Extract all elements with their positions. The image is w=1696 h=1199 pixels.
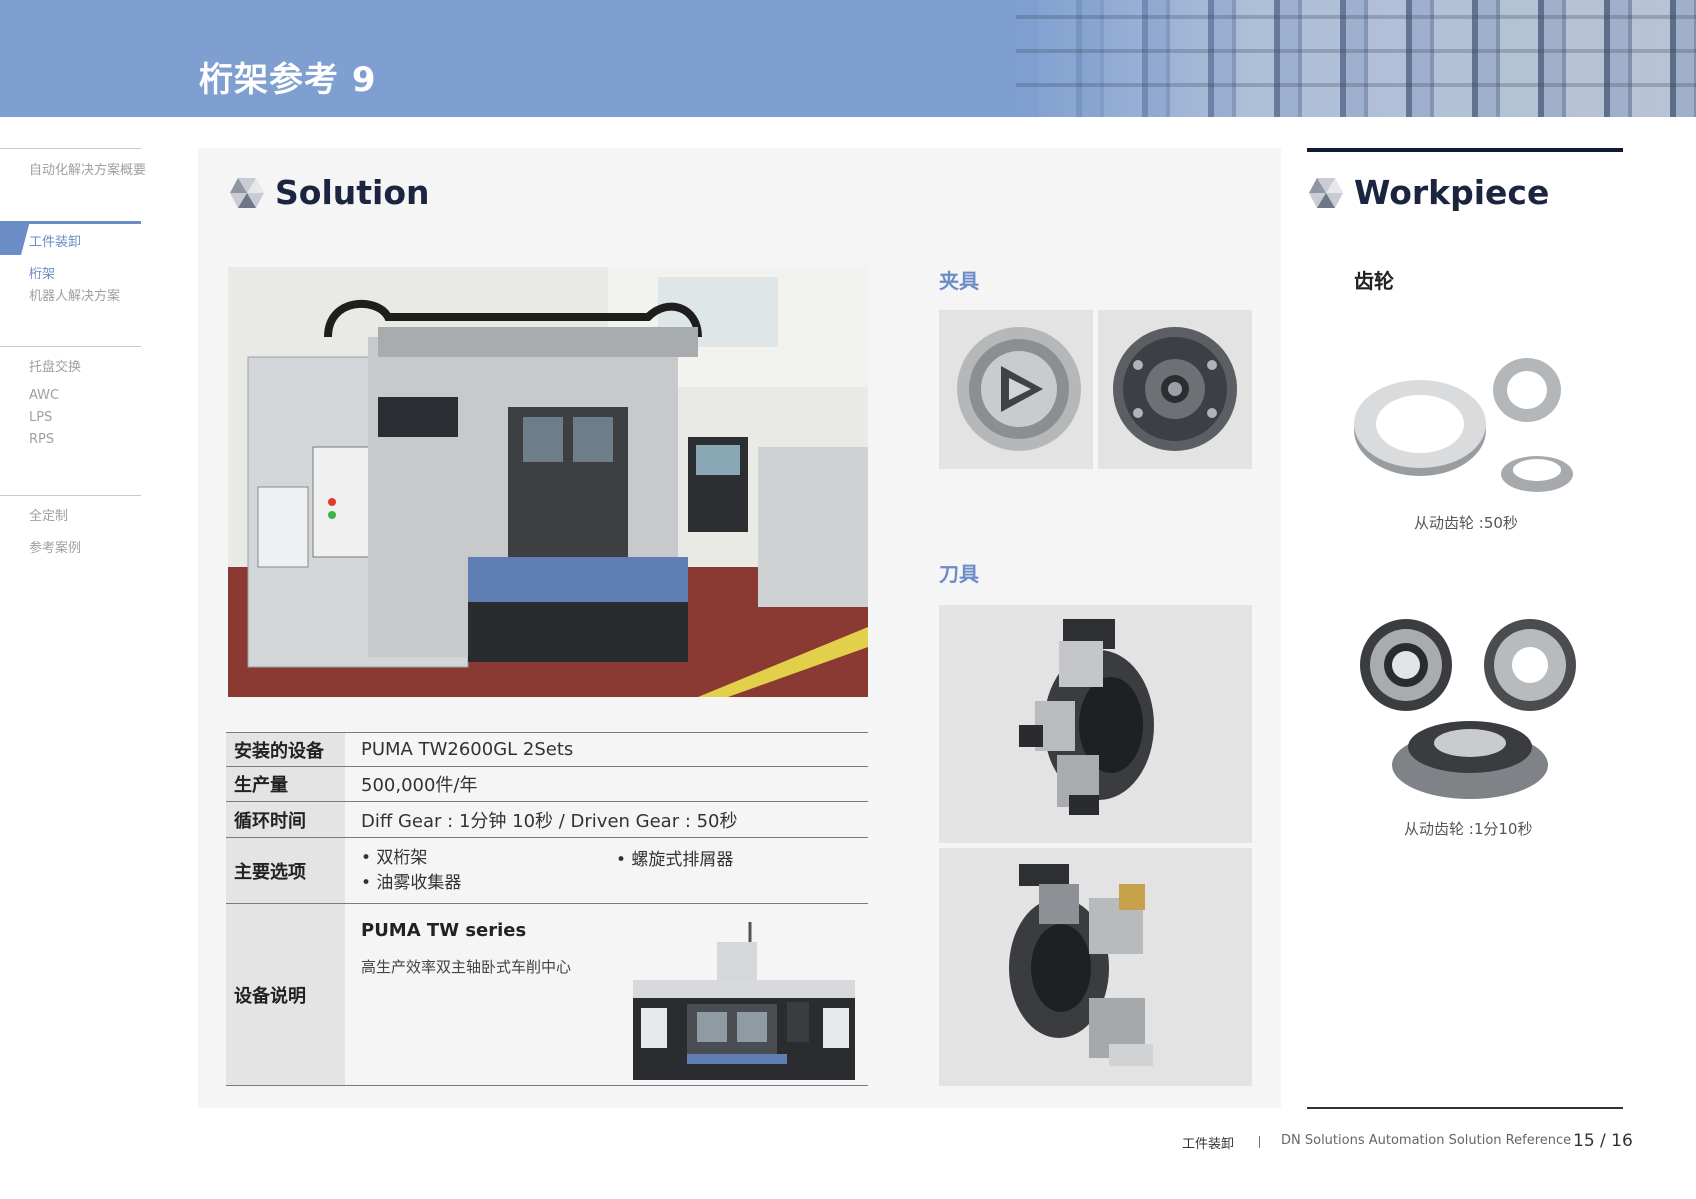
sidebar-divider — [0, 495, 141, 496]
table-row: 生产量 500,000件/年 — [226, 767, 868, 802]
spec-label: 主要选项 — [226, 838, 345, 903]
table-row: 安装的设备 PUMA TW2600GL 2Sets — [226, 733, 868, 767]
table-row: 主要选项 • 双桁架 • 油雾收集器 • 螺旋式排屑器 — [226, 838, 868, 904]
sidebar-divider — [0, 148, 141, 149]
spec-table: 安装的设备 PUMA TW2600GL 2Sets 生产量 500,000件/年… — [226, 732, 868, 1086]
hexagon-icon — [1308, 176, 1344, 210]
sidebar-item-loading[interactable]: 工件装卸 — [29, 231, 81, 250]
gear-label: 齿轮 — [1354, 269, 1394, 293]
desc-title: PUMA TW series — [361, 920, 527, 941]
header-factory-image — [1016, 0, 1696, 117]
driven-gear-image-2 — [1350, 615, 1590, 805]
spec-value: PUMA TW2600GL 2Sets — [345, 733, 868, 766]
sidebar-item-reference[interactable]: 参考案例 — [29, 537, 81, 556]
page-title: 桁架参考 9 — [199, 60, 377, 100]
solution-heading: Solution — [229, 173, 430, 212]
spec-label: 生产量 — [226, 767, 345, 801]
option-item: • 螺旋式排屑器 — [616, 850, 734, 870]
fixture-image-1 — [939, 310, 1093, 469]
sidebar-item-lps[interactable]: LPS — [29, 410, 52, 425]
footer-doc-title: DN Solutions Automation Solution Referen… — [1281, 1133, 1572, 1148]
sidebar-divider — [0, 346, 141, 347]
spec-label: 设备说明 — [226, 904, 345, 1085]
spec-label: 循环时间 — [226, 802, 345, 837]
spec-value: 500,000件/年 — [345, 767, 868, 801]
tool-image-2 — [939, 848, 1252, 1086]
table-row: 设备说明 PUMA TW series 高生产效率双主轴卧式车削中心 — [226, 904, 868, 1086]
workpiece-caption-1: 从动齿轮 :50秒 — [1414, 514, 1518, 532]
machine-installation-photo — [228, 267, 868, 697]
sidebar-item-overview[interactable]: 自动化解决方案概要 — [29, 159, 146, 178]
spec-label: 安装的设备 — [226, 733, 345, 766]
sidebar-item-robot[interactable]: 机器人解决方案 — [29, 285, 120, 304]
tool-heading: 刀具 — [939, 562, 979, 586]
fixture-heading: 夹具 — [939, 269, 979, 293]
page-header: 桁架参考 9 — [0, 0, 1696, 117]
workpiece-heading: Workpiece — [1308, 173, 1549, 212]
tool-image-1 — [939, 605, 1252, 843]
sidebar-item-awc[interactable]: AWC — [29, 388, 59, 403]
desc-subtitle: 高生产效率双主轴卧式车削中心 — [361, 958, 572, 976]
sidebar-item-custom[interactable]: 全定制 — [29, 505, 68, 524]
fixture-image-2 — [1098, 310, 1252, 469]
options-list: • 双桁架 • 油雾收集器 • 螺旋式排屑器 — [361, 838, 868, 903]
footer-section: 工件装卸 — [1182, 1137, 1235, 1152]
workpiece-bottom-rule — [1307, 1107, 1623, 1109]
workpiece-caption-2: 从动齿轮 :1分10秒 — [1404, 820, 1533, 838]
sidebar-item-gantry[interactable]: 桁架 — [29, 263, 55, 282]
machine-thumbnail — [627, 922, 861, 1084]
table-row: 循环时间 Diff Gear : 1分钟 10秒 / Driven Gear :… — [226, 802, 868, 838]
equipment-description: PUMA TW series 高生产效率双主轴卧式车削中心 — [345, 904, 868, 1085]
page-number: 15 / 16 — [1573, 1131, 1633, 1151]
footer-divider — [1259, 1136, 1260, 1148]
spec-value: Diff Gear : 1分钟 10秒 / Driven Gear : 50秒 — [345, 802, 868, 837]
workpiece-top-rule — [1307, 148, 1623, 152]
hexagon-icon — [229, 176, 265, 210]
option-item: • 油雾收集器 — [361, 872, 462, 893]
sidebar-item-pallet[interactable]: 托盘交换 — [29, 356, 81, 375]
option-item: • 双桁架 — [361, 847, 428, 868]
sidebar-item-rps[interactable]: RPS — [29, 432, 54, 447]
driven-gear-image-1 — [1350, 350, 1580, 500]
